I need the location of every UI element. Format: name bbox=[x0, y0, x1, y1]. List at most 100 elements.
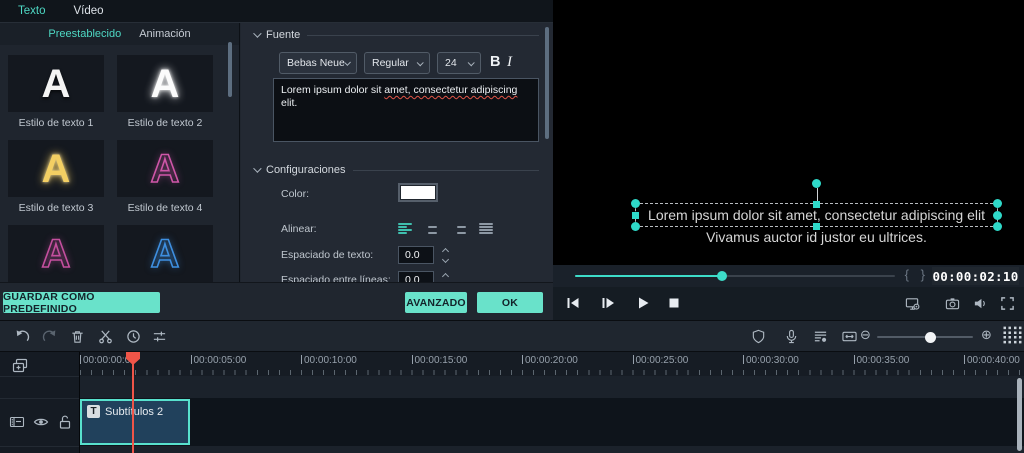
undo-icon[interactable] bbox=[15, 329, 30, 344]
seek-thumb[interactable] bbox=[717, 271, 727, 281]
font-style-dropdown[interactable]: Regular bbox=[364, 52, 430, 74]
tab-video[interactable]: Vídeo bbox=[74, 5, 104, 17]
text-spacing-input[interactable]: 0.0 bbox=[398, 246, 434, 264]
marker-shield-icon[interactable] bbox=[751, 329, 766, 344]
font-family-dropdown[interactable]: Bebas Neue bbox=[279, 52, 357, 74]
track-height-icon[interactable]: ⣿⣿ bbox=[1001, 325, 1024, 345]
editing-region: Texto Vídeo Preestablecido Animación A E… bbox=[0, 0, 553, 320]
preset-item[interactable]: A bbox=[8, 225, 104, 282]
fullscreen-icon[interactable] bbox=[1000, 296, 1015, 311]
color-swatch[interactable] bbox=[398, 183, 438, 202]
snapshot-camera-icon[interactable] bbox=[945, 296, 960, 311]
record-voiceover-mic-icon[interactable] bbox=[784, 329, 799, 344]
resize-handle-bottom-right[interactable] bbox=[993, 222, 1002, 231]
display-settings-icon[interactable] bbox=[905, 296, 920, 311]
align-right-icon[interactable] bbox=[452, 223, 466, 234]
preset-item[interactable]: A Estilo de texto 4 bbox=[117, 140, 213, 214]
next-frame-button[interactable] bbox=[600, 295, 616, 311]
presets-subtabs: Preestablecido Animación bbox=[0, 23, 239, 45]
split-scissors-icon[interactable] bbox=[98, 329, 113, 344]
preview-screen[interactable]: Lorem ipsum dolor sit amet, consectetur … bbox=[553, 0, 1024, 265]
mark-out-icon[interactable]: } bbox=[921, 267, 925, 282]
stop-button[interactable] bbox=[666, 295, 682, 311]
timeline-vertical-scrollbar[interactable] bbox=[1017, 378, 1022, 451]
track-visibility-eye-icon[interactable] bbox=[33, 414, 49, 430]
timeline-zoom-slider[interactable] bbox=[877, 331, 973, 343]
mark-in-icon[interactable]: { bbox=[905, 267, 909, 282]
align-justify-icon[interactable] bbox=[479, 223, 493, 234]
subtitle-track[interactable] bbox=[80, 398, 1024, 446]
zoom-in-icon[interactable]: ⊕ bbox=[981, 328, 992, 343]
preset-item[interactable]: A Estilo de texto 3 bbox=[8, 140, 104, 214]
italic-button[interactable]: I bbox=[507, 54, 512, 71]
volume-icon[interactable] bbox=[973, 296, 988, 311]
ruler-label: 00:00:35:00 bbox=[856, 355, 910, 366]
settings-scrollbar[interactable] bbox=[545, 27, 549, 139]
rotate-handle[interactable] bbox=[812, 179, 821, 188]
resize-handle-top-center[interactable] bbox=[813, 200, 820, 208]
resize-handle-mid-right[interactable] bbox=[993, 210, 1002, 220]
zoom-slider-thumb[interactable] bbox=[925, 331, 936, 343]
add-track-icon[interactable] bbox=[11, 357, 29, 375]
ruler-label: 00:00:20:00 bbox=[525, 355, 578, 366]
seek-bar[interactable] bbox=[575, 271, 895, 281]
resize-handle-bottom-left[interactable] bbox=[631, 222, 640, 231]
preset-item[interactable]: A Estilo de texto 1 bbox=[8, 55, 104, 129]
ok-button[interactable]: OK bbox=[477, 292, 543, 313]
line-spacing-input[interactable]: 0.0 bbox=[398, 271, 434, 282]
save-preset-button[interactable]: GUARDAR COMO PREDEFINIDO bbox=[3, 291, 160, 315]
adjust-sliders-icon[interactable] bbox=[152, 329, 167, 344]
ruler-label: 00:00:10:00 bbox=[304, 355, 357, 366]
zoom-out-icon[interactable]: ⊖ bbox=[860, 328, 871, 343]
track-lock-icon[interactable] bbox=[57, 414, 73, 430]
align-left-icon[interactable] bbox=[398, 223, 412, 234]
audio-mixer-icon[interactable] bbox=[813, 329, 828, 344]
previous-frame-button[interactable] bbox=[565, 295, 581, 311]
preview-region: Lorem ipsum dolor sit amet, consectetur … bbox=[553, 0, 1024, 320]
fuente-section-header[interactable]: Fuente bbox=[253, 29, 539, 41]
text-spacing-stepper[interactable] bbox=[439, 246, 451, 264]
text-content-input[interactable]: Lorem ipsum dolor sit amet, consectetur … bbox=[273, 78, 539, 142]
spin-up-icon[interactable] bbox=[441, 247, 449, 255]
track-type-film-icon[interactable] bbox=[9, 414, 25, 430]
preset-thumbnail: A bbox=[150, 61, 180, 106]
subtab-animacion[interactable]: Animación bbox=[139, 28, 190, 40]
timeline-ruler[interactable]: 00:00:00:00 00:00:05:00 00:00:10:00 00:0… bbox=[80, 352, 1024, 376]
presets-panel: Preestablecido Animación A Estilo de tex… bbox=[0, 23, 240, 282]
spin-up-icon[interactable] bbox=[441, 272, 449, 280]
configuraciones-section-header[interactable]: Configuraciones bbox=[253, 164, 539, 176]
text-run-misspelled: amet, consectetur adipiscing bbox=[384, 84, 518, 96]
resize-handle-bottom-center[interactable] bbox=[813, 222, 820, 230]
advanced-button[interactable]: AVANZADO bbox=[405, 292, 467, 313]
preview-text-line2: Vivamus auctor id justor eu ultrices. bbox=[706, 229, 927, 245]
preset-item[interactable]: A bbox=[117, 225, 213, 282]
resize-handle-top-left[interactable] bbox=[631, 199, 640, 208]
preset-item[interactable]: A Estilo de texto 2 bbox=[117, 55, 213, 129]
resize-handle-mid-left[interactable] bbox=[632, 211, 639, 219]
text-selection-box[interactable]: Lorem ipsum dolor sit amet, consectetur … bbox=[631, 179, 1002, 231]
font-size-dropdown[interactable]: 24 bbox=[437, 52, 481, 74]
tab-texto[interactable]: Texto bbox=[18, 5, 46, 17]
top-tab-bar: Texto Vídeo bbox=[0, 0, 553, 23]
align-center-icon[interactable] bbox=[425, 223, 439, 234]
spin-down-icon[interactable] bbox=[441, 255, 449, 263]
resize-handle-top-right[interactable] bbox=[993, 199, 1002, 208]
fit-timeline-icon[interactable] bbox=[841, 329, 858, 344]
section-divider bbox=[352, 169, 539, 171]
ruler-label: 00:00:05:00 bbox=[193, 355, 247, 366]
timeline-empty-row[interactable] bbox=[80, 376, 1024, 398]
redo-icon[interactable] bbox=[42, 329, 57, 344]
playhead-line[interactable] bbox=[132, 352, 134, 453]
play-button[interactable] bbox=[635, 295, 651, 311]
preset-label: Estilo de texto 3 bbox=[18, 202, 94, 214]
line-spacing-stepper[interactable] bbox=[439, 271, 451, 282]
bold-button[interactable]: B bbox=[490, 54, 500, 70]
delete-icon[interactable] bbox=[70, 329, 85, 344]
duration-clock-icon[interactable] bbox=[126, 329, 141, 344]
subtab-preestablecido[interactable]: Preestablecido bbox=[48, 28, 121, 40]
presets-scrollbar[interactable] bbox=[228, 42, 232, 97]
preset-thumbnail: A bbox=[41, 61, 71, 106]
subtitle-clip[interactable]: T Subtítulos 2 bbox=[80, 399, 190, 445]
seek-progress bbox=[575, 275, 723, 277]
color-label: Color: bbox=[281, 188, 310, 200]
